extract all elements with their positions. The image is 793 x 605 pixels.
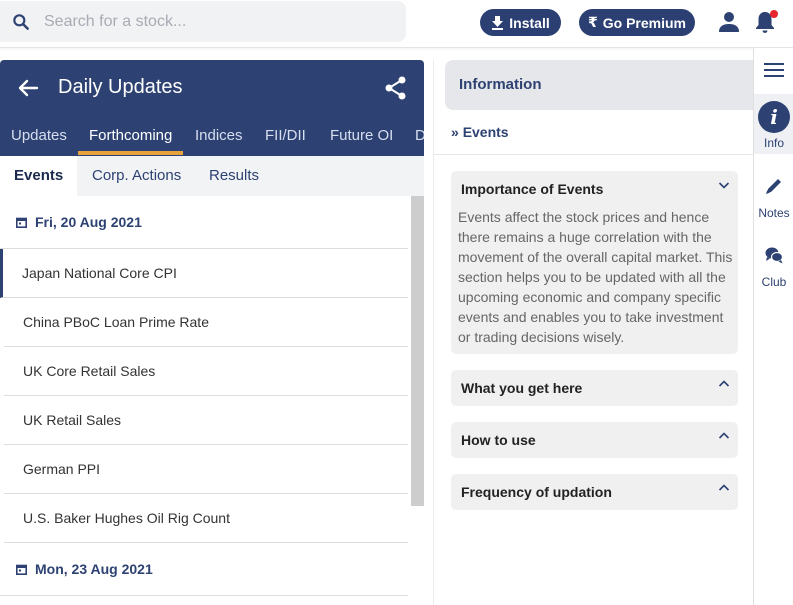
accordion-frequency-of-updation[interactable]: Frequency of updation [451, 474, 738, 510]
info-icon: i [758, 101, 790, 133]
tab-more[interactable]: D [415, 127, 424, 144]
rail-info-button[interactable]: i Info [754, 94, 793, 154]
date-header: Fri, 20 Aug 2021 [0, 196, 408, 249]
calendar-icon [16, 217, 27, 228]
chevron-up-icon[interactable] [718, 378, 730, 390]
notification-badge [770, 10, 778, 18]
rail-info-label: Info [763, 136, 784, 150]
list-item[interactable]: German PPI [4, 445, 408, 494]
accordion-what-you-get-here[interactable]: What you get here [451, 370, 738, 406]
premium-label: Go Premium [602, 14, 686, 31]
scrollbar[interactable] [411, 196, 424, 506]
calendar-icon [16, 564, 27, 575]
accordion-title: How to use [461, 432, 536, 448]
chat-bubbles-icon [765, 247, 784, 264]
list-item[interactable]: UK Retail Sales [4, 396, 408, 445]
date-label: Mon, 23 Aug 2021 [35, 561, 153, 577]
information-header: Information [445, 60, 754, 110]
breadcrumb-chevron-icon: » [451, 124, 459, 140]
top-bar: Install ₹ Go Premium [0, 0, 793, 48]
accordion-title: Frequency of updation [461, 484, 612, 500]
user-icon[interactable] [718, 11, 740, 33]
accordion-how-to-use[interactable]: How to use [451, 422, 738, 458]
hamburger-menu-icon[interactable] [764, 62, 784, 78]
breadcrumb-label: Events [462, 124, 509, 140]
search-input[interactable] [44, 7, 394, 37]
side-rail: i Info Notes Club [753, 48, 793, 605]
subtab-corp-actions[interactable]: Corp. Actions [92, 167, 181, 184]
rail-notes-button[interactable]: Notes [754, 174, 793, 224]
date-header: Mon, 23 Aug 2021 [0, 543, 408, 596]
accordion-title: What you get here [461, 380, 583, 396]
tab-future-oi[interactable]: Future OI [330, 127, 393, 144]
pencil-icon [766, 179, 781, 194]
install-button[interactable]: Install [480, 9, 561, 36]
go-premium-button[interactable]: ₹ Go Premium [579, 9, 695, 36]
accordion-title: Importance of Events [461, 181, 604, 197]
panel-title: Daily Updates [58, 76, 183, 98]
subtab-events[interactable]: Events [14, 167, 63, 184]
chevron-down-icon[interactable] [718, 179, 730, 191]
list-item[interactable]: UK Core Retail Sales [4, 347, 408, 396]
list-item[interactable]: Japan National Core CPI [0, 249, 408, 298]
tab-fii-dii[interactable]: FII/DII [265, 127, 306, 144]
tab-forthcoming[interactable]: Forthcoming [89, 127, 172, 144]
list-item[interactable]: U.S. Baker Hughes Oil Rig Count [4, 494, 408, 543]
tab-updates[interactable]: Updates [11, 127, 67, 144]
subtab-results[interactable]: Results [209, 167, 259, 184]
date-label: Fri, 20 Aug 2021 [35, 214, 142, 230]
search-box[interactable] [0, 1, 406, 42]
information-panel: Information » Events Importance of Event… [433, 60, 754, 605]
chevron-up-icon[interactable] [718, 482, 730, 494]
rupee-icon: ₹ [588, 14, 598, 30]
divider [434, 154, 754, 155]
accordion-importance-of-events[interactable]: Importance of Events Events affect the s… [451, 171, 738, 354]
daily-updates-panel: Daily Updates Updates Forthcoming Indice… [0, 60, 424, 605]
download-icon [492, 15, 504, 30]
information-title: Information [459, 76, 542, 93]
rail-club-button[interactable]: Club [754, 243, 793, 293]
chevron-up-icon[interactable] [718, 430, 730, 442]
share-icon[interactable] [385, 76, 407, 100]
rail-club-label: Club [761, 275, 787, 289]
active-tab-indicator [78, 151, 183, 155]
back-arrow-icon[interactable] [17, 77, 39, 99]
list-item[interactable]: China PBoC Loan Prime Rate [4, 298, 408, 347]
tab-indices[interactable]: Indices [195, 127, 243, 144]
category-tabs: Updates Forthcoming Indices FII/DII Futu… [0, 122, 424, 156]
search-icon [13, 14, 29, 30]
events-list: Fri, 20 Aug 2021 Japan National Core CPI… [0, 196, 408, 605]
sub-tabs: Events Corp. Actions Results [0, 156, 424, 196]
rail-notes-label: Notes [758, 206, 790, 220]
install-label: Install [509, 14, 550, 31]
accordion-body: Events affect the stock prices and hence… [458, 209, 733, 345]
panel-header: Daily Updates Updates Forthcoming Indice… [0, 60, 424, 156]
breadcrumb: » Events [451, 124, 509, 140]
